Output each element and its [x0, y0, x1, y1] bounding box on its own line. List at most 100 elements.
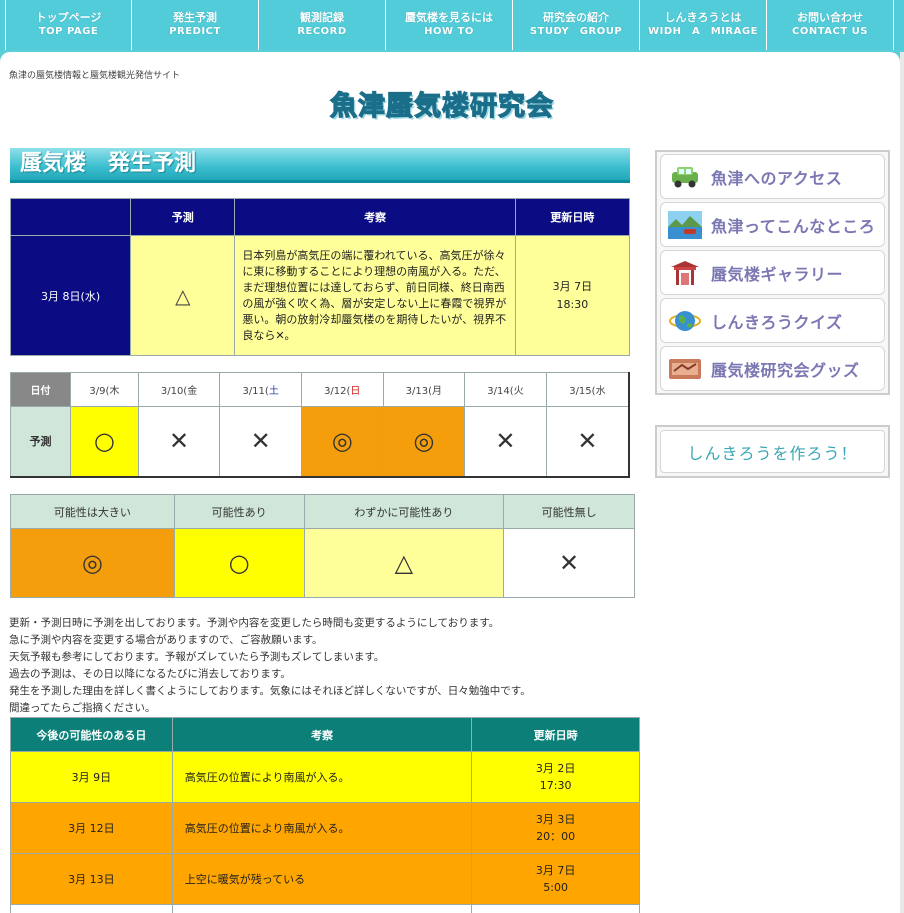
main-forecast-mark: △: [130, 235, 236, 356]
future-header-updated: 更新日時: [471, 717, 640, 752]
sidebar-item-quiz[interactable]: しんきろうクイズ: [660, 298, 885, 343]
future-row-text: 上空に暖気が残っている: [171, 853, 473, 905]
note-line: 更新・予測日時に予測を出しております。予測や内容を変更したら時間も変更するように…: [9, 617, 500, 629]
future-row-updated: 3月 3日 20：00: [471, 802, 640, 854]
weekly-mark-0: ○: [70, 406, 139, 477]
future-row-empty: [471, 904, 640, 913]
note-line: 急に予測や内容を変更する場合がありますので、ご容赦願います。: [9, 634, 323, 646]
table-row: 3月 12日 高気圧の位置により南風が入る。 3月 3日 20：00: [10, 802, 640, 854]
future-possibility-table: 今後の可能性のある日 考察 更新日時 3月 9日 高気圧の位置により南風が入る。…: [10, 717, 640, 913]
nav-mirage-jp: しんきろうとは: [664, 11, 742, 24]
main-forecast-updated: 3月 7日 18:30: [514, 235, 631, 356]
weekly-day-0: 3/9(木: [70, 372, 139, 407]
table-row: 3月 13日 上空に暖気が残っている 3月 7日 5:00: [10, 853, 640, 905]
future-header-analysis: 考察: [171, 717, 473, 752]
main-updated-date: 3月 7日: [552, 279, 593, 293]
future-row-text: 高気圧の位置により南風が入る。: [171, 751, 473, 803]
nav-record-jp: 観測記録: [300, 11, 344, 24]
weekly-day-4: 3/13(月: [382, 372, 466, 407]
nav-howto[interactable]: 蜃気楼を見るには HOW TO: [386, 0, 513, 50]
future-row-empty: [171, 904, 473, 913]
weekly-mark-5: ✕: [464, 406, 547, 477]
gate-icon: [667, 258, 703, 288]
note-line: 間違ってたらご指摘ください。: [9, 702, 156, 714]
nav-top[interactable]: トップページ TOP PAGE: [5, 0, 132, 50]
main-forecast-text: 日本列島が高気圧の端に覆われている、高気圧が徐々に東に移動することにより理想の南…: [234, 235, 516, 356]
nav-howto-jp: 蜃気楼を見るには: [405, 11, 493, 24]
legend-label-possible: 可能性あり: [173, 494, 305, 529]
goods-icon: [667, 354, 703, 384]
legend-mark-possible: ○: [173, 528, 305, 598]
future-row-updated: 3月 2日 17:30: [471, 751, 640, 803]
nav-contact[interactable]: お問い合わせ CONTACT US: [767, 0, 894, 50]
table-row: [10, 904, 640, 913]
nav-study-group[interactable]: 研究会の紹介 STUDY GROUP: [513, 0, 640, 50]
nav-contact-en: CONTACT US: [792, 26, 868, 37]
sidebar-menu: 魚津へのアクセス 魚津ってこんなところ 蜃気楼ギャラリー しんきろうクイズ 蜃気…: [655, 150, 890, 395]
weekly-date-label: 日付: [10, 372, 71, 407]
nav-mirage-en: WIDH A MIRAGE: [648, 26, 758, 37]
site-logo[interactable]: 魚津蜃気楼研究会: [329, 84, 570, 124]
main-header-blank: [9, 198, 132, 236]
sidebar-item-label: 蜃気楼研究会グッズ: [711, 360, 860, 380]
note-line: 天気予報も参考にしております。予報がズレていたら予測もズレてしまいます。: [9, 651, 385, 663]
weekly-mark-2: ✕: [219, 406, 302, 477]
future-row-date: 3月 12日: [10, 802, 173, 854]
main-forecast-date: 3月 8日(水): [9, 235, 132, 356]
nav-mirage[interactable]: しんきろうとは WIDH A MIRAGE: [640, 0, 767, 50]
weekly-mark-3: ◎: [300, 406, 384, 477]
page-body: 魚津の蜃気楼情報と蜃気楼観光発信サイト 魚津蜃気楼研究会 蜃気楼 発生予測 予測…: [0, 52, 900, 913]
weekly-mark-4: ◎: [382, 406, 466, 477]
main-forecast-table: 予測 考察 更新日時 3月 8日(水) △ 日本列島が高気圧の端に覆われている、…: [9, 198, 631, 356]
main-updated-time: 18:30: [556, 297, 589, 311]
future-row-date: 3月 13日: [10, 853, 173, 905]
main-header-updated: 更新日時: [514, 198, 631, 236]
sidebar-item-label: 魚津へのアクセス: [711, 168, 843, 188]
legend-label-slight: わずかに可能性あり: [303, 494, 505, 529]
nav-study-group-en: STUDY GROUP: [529, 26, 623, 37]
legend-label-high: 可能性は大きい: [10, 494, 175, 529]
site-tagline: 魚津の蜃気楼情報と蜃気楼観光発信サイト: [9, 71, 181, 81]
nav-contact-jp: お問い合わせ: [797, 11, 863, 24]
make-mirage-button[interactable]: しんきろうを作ろう！: [655, 425, 890, 478]
nav-record-en: RECORD: [297, 26, 347, 37]
legend-mark-slight: △: [303, 528, 505, 598]
future-row-updated: 3月 7日 5:00: [471, 853, 640, 905]
main-header-forecast: 予測: [130, 198, 236, 236]
weekly-mark-1: ✕: [137, 406, 221, 477]
sidebar-item-goods[interactable]: 蜃気楼研究会グッズ: [660, 346, 885, 391]
nav-predict-jp: 発生予測: [173, 11, 217, 24]
future-header-date: 今後の可能性のある日: [10, 717, 173, 752]
nav-record[interactable]: 観測記録 RECORD: [259, 0, 386, 50]
legend-mark-none: ✕: [503, 528, 635, 598]
note-line: 過去の予測は、その日以降になるたびに消去しております。: [9, 668, 291, 680]
future-row-date: 3月 9日: [10, 751, 173, 803]
weekly-day-1: 3/10(金: [137, 372, 221, 407]
nav-top-jp: トップページ: [35, 11, 102, 24]
sidebar-item-label: 蜃気楼ギャラリー: [711, 264, 844, 284]
nav-predict[interactable]: 発生予測 PREDICT: [132, 0, 259, 50]
nav-predict-en: PREDICT: [169, 26, 221, 37]
sidebar-item-label: しんきろうクイズ: [711, 312, 843, 332]
sidebar-item-about-uozu[interactable]: 魚津ってこんなところ: [660, 202, 885, 247]
sidebar-item-access[interactable]: 魚津へのアクセス: [660, 154, 885, 199]
note-line: 発生を予測した理由を詳しく書くようにしております。気象にはそれほど詳しくないです…: [9, 685, 531, 697]
nav-howto-en: HOW TO: [424, 26, 474, 37]
main-header-analysis: 考察: [234, 198, 516, 236]
page-title: 蜃気楼 発生予測: [10, 148, 630, 183]
weekly-forecast-table: 日付 3/9(木 3/10(金 3/11(土 3/12(日 3/13(月 3/1…: [10, 372, 630, 478]
sidebar-item-label: 魚津ってこんなところ: [711, 216, 876, 236]
nav-study-group-jp: 研究会の紹介: [543, 11, 609, 24]
sidebar-item-gallery[interactable]: 蜃気楼ギャラリー: [660, 250, 885, 295]
legend-label-none: 可能性無し: [503, 494, 635, 529]
make-mirage-label: しんきろうを作ろう！: [660, 430, 885, 473]
car-icon: [667, 162, 703, 192]
page-scrollbar[interactable]: [900, 52, 904, 913]
legend-mark-high: ◎: [10, 528, 175, 598]
weekly-day-3: 3/12(日: [300, 372, 384, 407]
weekly-day-6: 3/15(水: [545, 372, 630, 407]
scenery-icon: [667, 210, 703, 240]
legend-table: 可能性は大きい 可能性あり わずかに可能性あり 可能性無し ◎ ○ △ ✕: [10, 494, 635, 598]
globe-icon: [667, 306, 703, 336]
weekly-pred-label: 予測: [10, 406, 71, 477]
